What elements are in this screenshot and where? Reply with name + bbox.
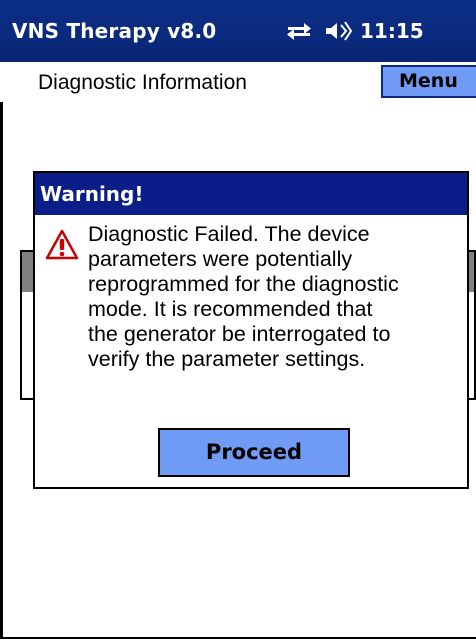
proceed-button[interactable]: Proceed xyxy=(158,428,350,477)
app-title: VNS Therapy v8.0 xyxy=(12,19,217,43)
page-title: Diagnostic Information xyxy=(38,71,247,94)
page-header: Diagnostic Information Menu xyxy=(0,62,476,103)
dialog-message: Diagnostic Failed. The device parameters… xyxy=(88,222,399,371)
title-bar: VNS Therapy v8.0 11:15 xyxy=(0,0,476,62)
dialog-title: Warning! xyxy=(40,182,144,206)
warning-icon xyxy=(45,229,79,265)
warning-dialog: Warning! Diagnostic Failed. The device p… xyxy=(33,171,469,489)
status-area: 11:15 xyxy=(284,17,424,45)
connectivity-icon[interactable] xyxy=(284,19,314,43)
background-panel-left xyxy=(20,250,34,400)
dialog-header: Warning! xyxy=(35,173,467,215)
volume-icon[interactable] xyxy=(324,19,352,43)
menu-button[interactable]: Menu xyxy=(381,65,476,98)
clock[interactable]: 11:15 xyxy=(360,19,424,43)
